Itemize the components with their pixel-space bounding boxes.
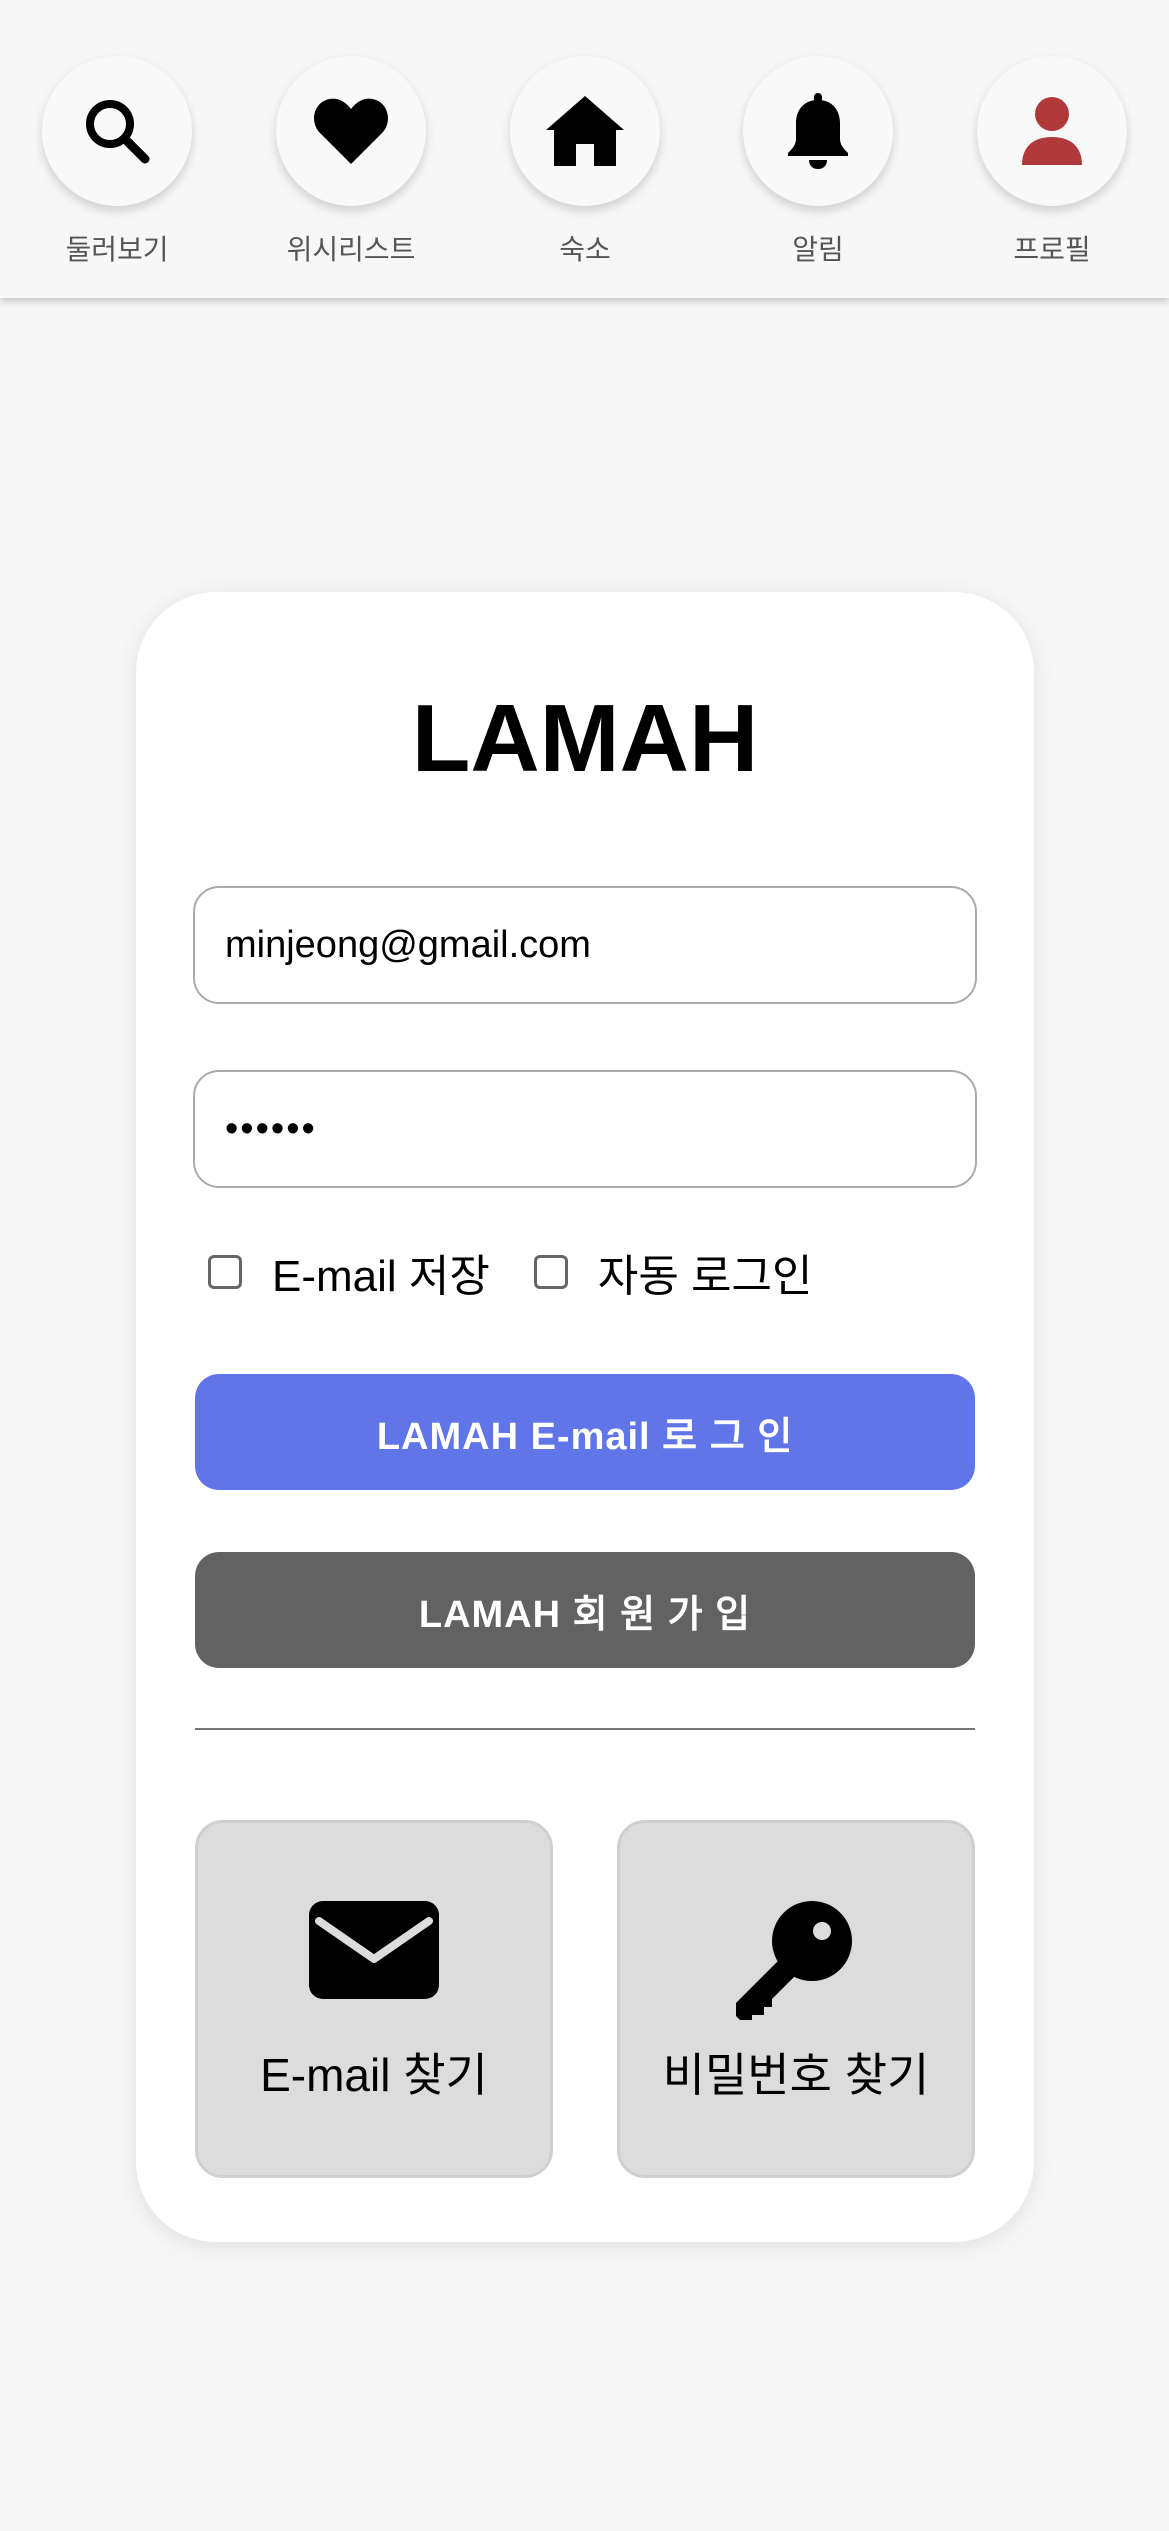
save-email-label: E-mail 저장	[272, 1252, 490, 1301]
nav-wishlist-circle[interactable]	[276, 56, 426, 206]
email-input[interactable]	[193, 886, 977, 1004]
nav-label-wishlist: 위시리스트	[286, 233, 416, 266]
nav-label-explore: 둘러보기	[65, 233, 169, 266]
envelope-icon	[309, 1901, 439, 1999]
nav-label-profile: 프로필	[1013, 233, 1091, 266]
password-input[interactable]	[193, 1070, 977, 1188]
nav-explore-circle[interactable]	[42, 56, 192, 206]
email-login-button[interactable]: LAMAH E-mail 로 그 인	[195, 1374, 975, 1490]
nav-item-stay[interactable]: 숙소	[495, 56, 675, 268]
heart-icon	[314, 98, 388, 164]
nav-item-notifications[interactable]: 알림	[728, 56, 908, 268]
save-email-option[interactable]: E-mail 저장	[208, 1240, 490, 1304]
signup-button[interactable]: LAMAH 회 원 가 입	[195, 1552, 975, 1668]
top-navigation: 둘러보기 위시리스트 숙소 알림 프로필	[0, 0, 1169, 298]
auto-login-option[interactable]: 자동 로그인	[533, 1240, 813, 1304]
nav-notifications-circle[interactable]	[743, 56, 893, 206]
find-password-icon-wrap	[620, 1901, 972, 2021]
user-icon	[1022, 97, 1082, 165]
login-card: LAMAH E-mail 저장 자동 로그인 LAMAH E-mail 로 그 …	[136, 592, 1034, 2242]
brand-logo: LAMAH	[411, 685, 759, 792]
bell-icon	[788, 93, 848, 169]
find-email-label: E-mail 찾기	[260, 2049, 488, 2101]
find-email-button[interactable]: E-mail 찾기	[195, 1820, 553, 2178]
nav-item-wishlist[interactable]: 위시리스트	[261, 56, 441, 268]
search-icon	[86, 100, 150, 164]
nav-label-stay: 숙소	[559, 233, 611, 266]
auto-login-checkbox[interactable]	[533, 1255, 568, 1289]
nav-stay-circle[interactable]	[510, 56, 660, 206]
auto-login-label: 자동 로그인	[597, 1252, 813, 1301]
home-icon	[546, 96, 624, 166]
login-options: E-mail 저장 자동 로그인	[208, 1248, 856, 1301]
nav-profile-circle[interactable]	[977, 56, 1127, 206]
nav-label-notifications: 알림	[792, 233, 844, 266]
nav-item-profile[interactable]: 프로필	[962, 56, 1142, 268]
find-password-label: 비밀번호 찾기	[662, 2049, 930, 2101]
find-email-icon-wrap	[198, 1901, 550, 1999]
save-email-checkbox[interactable]	[208, 1255, 242, 1289]
key-icon	[736, 1901, 852, 2020]
find-password-button[interactable]: 비밀번호 찾기	[617, 1820, 975, 2178]
nav-item-explore[interactable]: 둘러보기	[27, 56, 207, 268]
divider	[195, 1728, 975, 1730]
